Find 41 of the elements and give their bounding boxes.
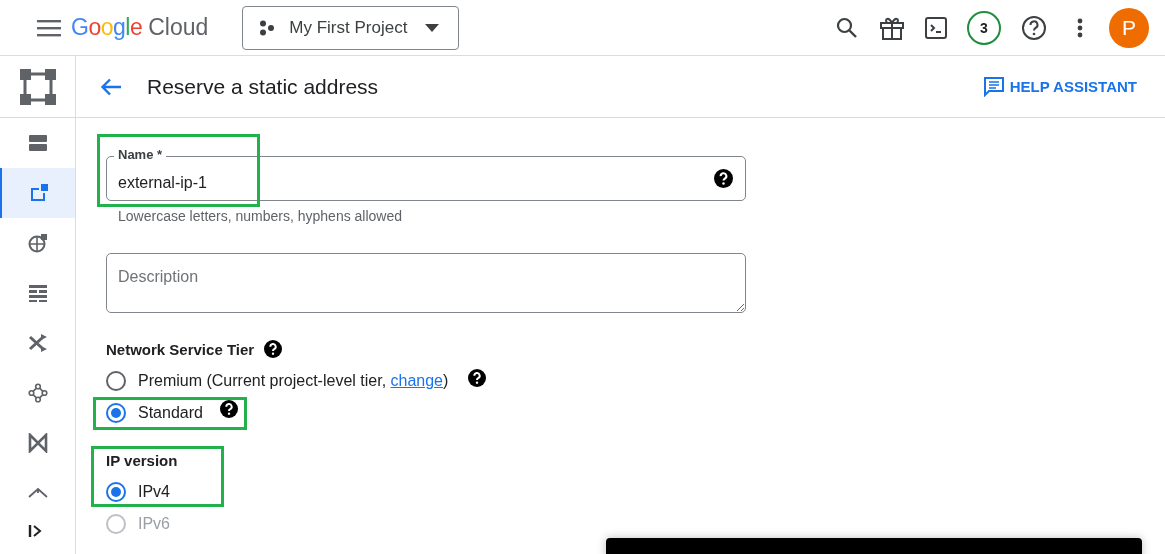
search-icon[interactable]	[835, 15, 859, 40]
ip-address-icon	[28, 183, 49, 203]
more-icon[interactable]	[1077, 17, 1083, 38]
server-icon	[27, 133, 48, 153]
logo-brand: Google	[71, 14, 143, 41]
radio-button[interactable]	[106, 371, 126, 391]
globe-icon	[27, 233, 48, 253]
project-selector[interactable]: My First Project	[242, 5, 460, 50]
section-label: Network Service Tier	[106, 340, 255, 358]
description-field[interactable]: Description	[106, 253, 746, 313]
help-assistant-button[interactable]: HELP ASSISTANT	[983, 72, 1137, 101]
logo-product: Cloud	[148, 14, 209, 41]
chat-icon	[983, 76, 1004, 97]
field-hint: Lowercase letters, numbers, hyphens allowed	[118, 208, 404, 224]
change-link[interactable]: change	[390, 372, 443, 389]
back-arrow-icon[interactable]	[100, 77, 122, 96]
help-icon[interactable]	[468, 369, 487, 387]
help-icon[interactable]	[714, 169, 733, 188]
brick-wall-icon	[27, 283, 48, 303]
radio-label: Standard	[138, 404, 203, 422]
radio-label: IPv4	[138, 483, 170, 501]
page-title: Reserve a static address	[147, 74, 379, 99]
terminal-icon[interactable]	[925, 16, 947, 39]
sidebar-item[interactable]	[0, 168, 75, 218]
bowtie-icon	[27, 433, 48, 453]
section-label: IP version	[106, 451, 178, 469]
field-label: Name *	[114, 147, 167, 162]
radio-button[interactable]	[106, 482, 126, 502]
help-icon[interactable]	[264, 340, 283, 358]
radio-label: Premium (Current project-level tier, change)	[138, 372, 449, 390]
shuffle-icon	[27, 333, 48, 353]
help-icon[interactable]	[1021, 14, 1047, 41]
notification-badge[interactable]: 3	[967, 10, 1001, 45]
network-logo-icon	[18, 67, 57, 106]
expand-icon[interactable]	[27, 524, 42, 538]
help-icon[interactable]	[219, 400, 238, 418]
nodes-icon	[27, 383, 48, 403]
radio-label: IPv6	[138, 515, 170, 533]
caret-icon	[425, 23, 440, 32]
radio-button[interactable]	[106, 403, 126, 423]
menu-icon[interactable]	[37, 18, 61, 37]
